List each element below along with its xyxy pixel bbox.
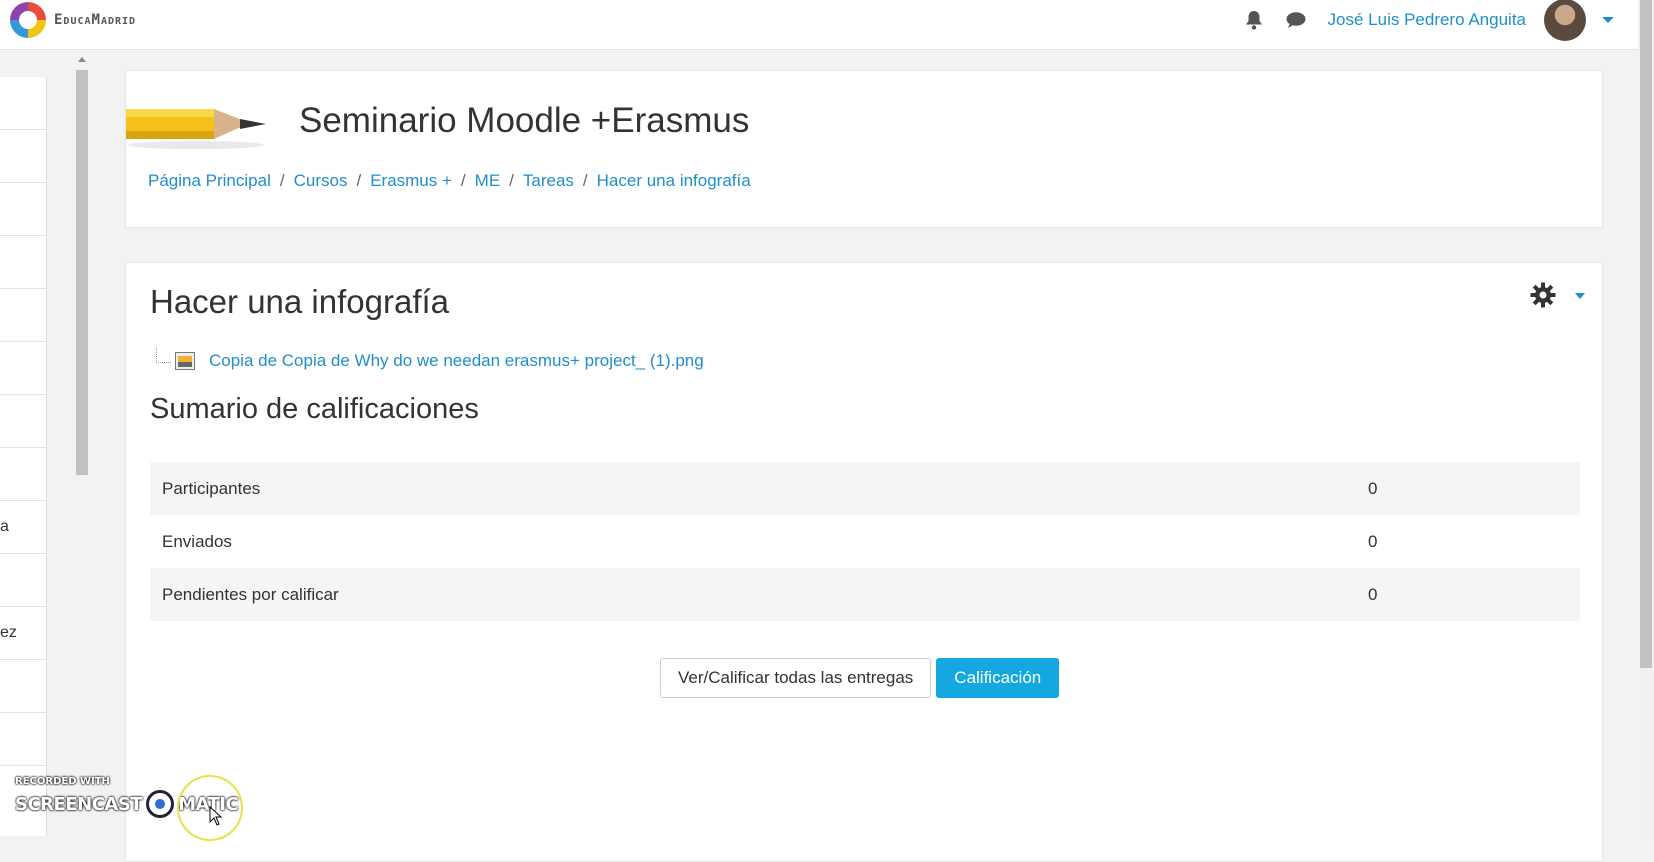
tree-connector bbox=[156, 347, 171, 363]
bell-icon[interactable] bbox=[1244, 10, 1264, 30]
scroll-up-arrow-icon[interactable] bbox=[78, 57, 86, 62]
page-scrollbar-thumb[interactable] bbox=[1640, 0, 1652, 668]
breadcrumb-separator: / bbox=[356, 171, 362, 190]
drawer-item[interactable] bbox=[0, 660, 46, 713]
drawer-item[interactable] bbox=[0, 395, 46, 448]
avatar[interactable] bbox=[1544, 0, 1586, 41]
breadcrumb-separator: / bbox=[460, 171, 466, 190]
row-value: 0 bbox=[1356, 568, 1580, 621]
top-navbar: EducaMadrid José Luis Pedrero Anguita bbox=[0, 0, 1654, 50]
chat-icon[interactable] bbox=[1286, 10, 1306, 30]
view-grade-all-button[interactable]: Ver/Calificar todas las entregas bbox=[660, 658, 932, 698]
educamadrid-logo[interactable]: EducaMadrid bbox=[10, 2, 136, 38]
table-row: Participantes 0 bbox=[150, 462, 1580, 515]
breadcrumb: Página Principal / Cursos / Erasmus + / … bbox=[148, 171, 751, 191]
row-label: Pendientes por calificar bbox=[150, 568, 1356, 621]
logo-mark-icon bbox=[10, 2, 46, 38]
actions-chevron-down-icon[interactable] bbox=[1575, 293, 1585, 299]
breadcrumb-current[interactable]: Hacer una infografía bbox=[597, 171, 751, 191]
breadcrumb-tareas[interactable]: Tareas bbox=[523, 171, 574, 191]
watermark-brand-left: SCREENCAST bbox=[15, 793, 143, 815]
breadcrumb-erasmus[interactable]: Erasmus + bbox=[370, 171, 452, 191]
gear-icon[interactable] bbox=[1530, 282, 1556, 313]
drawer-item[interactable] bbox=[0, 448, 46, 501]
user-menu-chevron-down-icon[interactable] bbox=[1602, 17, 1614, 23]
drawer-item[interactable] bbox=[0, 130, 46, 183]
drawer-item[interactable] bbox=[0, 289, 46, 342]
breadcrumb-separator: / bbox=[509, 171, 514, 190]
summary-heading: Sumario de calificaciones bbox=[150, 393, 479, 425]
logo-text: EducaMadrid bbox=[54, 12, 137, 28]
record-icon bbox=[146, 790, 175, 818]
breadcrumb-home[interactable]: Página Principal bbox=[148, 171, 271, 191]
drawer-item[interactable] bbox=[0, 77, 46, 130]
drawer-item[interactable] bbox=[0, 713, 46, 766]
assignment-card: Hacer una infografía Copia de Copia de W… bbox=[125, 262, 1603, 862]
drawer-item[interactable] bbox=[0, 183, 46, 236]
page-title: Hacer una infografía bbox=[150, 283, 450, 320]
drawer-item[interactable] bbox=[0, 342, 46, 395]
breadcrumb-me[interactable]: ME bbox=[475, 171, 501, 191]
course-header: Seminario Moodle +Erasmus Página Princip… bbox=[125, 70, 1603, 228]
table-row: Pendientes por calificar 0 bbox=[150, 568, 1580, 621]
row-value: 0 bbox=[1368, 531, 1378, 551]
grade-button[interactable]: Calificación bbox=[936, 658, 1060, 698]
row-label: Enviados bbox=[162, 531, 232, 551]
drawer-item[interactable] bbox=[0, 554, 46, 607]
table-row: Enviados 0 bbox=[150, 515, 1580, 568]
breadcrumb-separator: / bbox=[279, 171, 285, 190]
image-file-icon bbox=[175, 352, 195, 370]
attachment-row: Copia de Copia de Why do we needan erasm… bbox=[156, 347, 704, 371]
row-value: 0 bbox=[1356, 462, 1580, 515]
breadcrumb-separator: / bbox=[582, 171, 588, 190]
drawer-item[interactable]: ez bbox=[0, 607, 46, 660]
breadcrumb-cursos[interactable]: Cursos bbox=[294, 171, 348, 191]
drawer-item[interactable]: a bbox=[0, 501, 46, 554]
attachment-link[interactable]: Copia de Copia de Why do we needan erasm… bbox=[209, 351, 704, 371]
user-menu-name[interactable]: José Luis Pedrero Anguita bbox=[1328, 10, 1526, 30]
nav-drawer: a ez bbox=[0, 77, 47, 836]
drawer-scrollbar-thumb[interactable] bbox=[76, 70, 88, 475]
mouse-cursor-icon bbox=[209, 806, 223, 826]
drawer-item[interactable] bbox=[0, 236, 46, 289]
action-buttons: Ver/Calificar todas las entregas Calific… bbox=[660, 658, 1060, 698]
course-title: Seminario Moodle +Erasmus bbox=[299, 101, 750, 140]
row-label: Participantes bbox=[150, 462, 1356, 515]
grading-summary-table: Participantes 0 Enviados 0 Pendientes po… bbox=[150, 462, 1580, 621]
pencil-icon bbox=[126, 109, 266, 149]
